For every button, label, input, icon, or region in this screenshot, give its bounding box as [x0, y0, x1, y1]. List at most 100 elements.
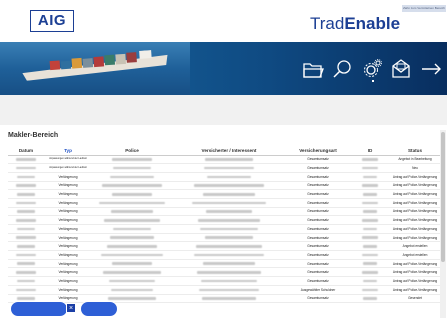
column-header-police[interactable]: Police [92, 146, 172, 156]
cell-versicherter [172, 181, 286, 191]
redacted-value [362, 201, 378, 205]
table-row[interactable]: Verlängerung Gesamtumsatz Antrag auf Polic… [8, 172, 440, 182]
cell-versicherter [172, 276, 286, 286]
cell-police [92, 189, 172, 199]
action-button-right[interactable] [80, 301, 118, 317]
column-header-versicherter[interactable]: Versicherter / Interessent [172, 146, 286, 156]
cell-datum [8, 241, 44, 252]
cell-versicherter [172, 285, 286, 295]
cell-versicherter [172, 189, 286, 199]
brand-part1: Trad [310, 14, 345, 33]
requests-table-container: Datum Typ Police Versicherter / Interess… [8, 146, 440, 318]
cell-status: Angebot erstellen [390, 250, 440, 260]
cell-typ: Verlängerung [44, 285, 92, 295]
redacted-value [197, 271, 261, 274]
close-icon[interactable]: × [66, 303, 76, 313]
redacted-value [112, 262, 152, 266]
redacted-value [207, 175, 251, 179]
cell-versicherungsart: Gesamtumsatz [286, 163, 350, 173]
redacted-value [363, 175, 377, 179]
cell-versicherungsart: Gesamtumsatz [286, 241, 350, 252]
redacted-value [104, 219, 160, 222]
cell-datum [8, 250, 44, 260]
cell-id [350, 181, 390, 191]
cell-police [92, 285, 172, 295]
cell-versicherter [172, 172, 286, 182]
cell-datum [8, 215, 44, 225]
cell-versicherungsart: Gesamtumsatz [286, 233, 350, 243]
cell-versicherungsart: Gesamtumsatz [286, 267, 350, 278]
cell-typ: Verlängerung [44, 224, 92, 234]
cell-status: Gesendet [390, 294, 440, 304]
redacted-value [362, 184, 378, 187]
column-header-status[interactable]: Status [390, 146, 440, 156]
requests-table: Datum Typ Police Versicherter / Interess… [8, 146, 440, 304]
tradenable-logo[interactable]: TradEnable [310, 14, 400, 34]
redacted-value [108, 297, 156, 300]
cell-police [92, 224, 172, 234]
redacted-value [111, 288, 153, 292]
redacted-value [206, 210, 252, 213]
header-top-link[interactable]: Zahn zum Vermittelnen Bereich [402, 5, 446, 12]
cell-versicherungsart: Gesamtumsatz [286, 207, 350, 217]
table-row[interactable]: Verlängerung Gesamtumsatz Angebot erstelle… [8, 250, 440, 260]
table-row[interactable]: Verlängerung Gesamtumsatz Antrag auf Polic… [8, 207, 440, 217]
table-row[interactable]: Verlängerung Ausgewählter Schuldner Antrag… [8, 285, 440, 295]
cell-typ: Verlängerung [44, 181, 92, 191]
cell-id [350, 189, 390, 199]
cell-datum [8, 198, 44, 208]
table-row[interactable]: Verlängerung Gesamtumsatz Antrag auf Polic… [8, 181, 440, 191]
column-header-datum[interactable]: Datum [8, 146, 44, 156]
cell-police [92, 163, 172, 173]
aig-logo[interactable]: AIG [30, 10, 74, 32]
cell-typ: Verlängerung [44, 189, 92, 199]
column-header-id[interactable]: ID [350, 146, 390, 156]
redacted-value [363, 245, 377, 248]
column-header-versicherungsart[interactable]: Versicherungsart [286, 146, 350, 156]
table-row[interactable]: Verlängerung Gesamtumsatz Antrag auf Polic… [8, 224, 440, 234]
table-row[interactable]: Verlängerung Gesamtumsatz Angebot erstelle… [8, 241, 440, 252]
table-row[interactable]: Verlängerung Gesamtumsatz Antrag auf Polic… [8, 215, 440, 225]
action-button-left[interactable] [10, 301, 68, 317]
table-row[interactable]: Anpassungen während der Laufzeit Gesamtum… [8, 155, 440, 165]
cell-police [92, 155, 172, 165]
cell-versicherungsart: Gesamtumsatz [286, 250, 350, 260]
cell-datum [8, 181, 44, 191]
redacted-value [363, 210, 377, 213]
table-row[interactable]: Verlängerung Gesamtumsatz Gesendet [8, 294, 440, 304]
vertical-scrollbar[interactable] [440, 130, 446, 318]
redacted-value [113, 166, 151, 170]
redacted-value [112, 158, 152, 161]
redacted-value [16, 288, 36, 292]
redacted-value [362, 219, 378, 222]
logout-icon[interactable] [418, 56, 444, 82]
table-row[interactable]: Verlängerung Gesamtumsatz Antrag auf Polic… [8, 267, 440, 278]
redacted-value [101, 253, 163, 257]
redacted-value [17, 245, 35, 248]
folder-icon[interactable] [300, 56, 326, 82]
search-icon[interactable] [330, 56, 356, 82]
table-row[interactable]: Verlängerung Gesamtumsatz Antrag auf Polic… [8, 259, 440, 269]
table-row[interactable]: Verlängerung Gesamtumsatz Antrag auf Polic… [8, 198, 440, 208]
cell-status: Antrag auf Police-Verlängerung [390, 198, 440, 208]
cell-typ: Anpassungen während der Laufzeit [44, 163, 92, 173]
table-row[interactable]: Verlängerung Gesamtumsatz Antrag auf Polic… [8, 189, 440, 199]
column-header-typ[interactable]: Typ [44, 146, 92, 156]
cell-police [92, 259, 172, 269]
redacted-value [199, 288, 259, 292]
cell-versicherter [172, 198, 286, 208]
settings-icon[interactable] [360, 56, 386, 82]
hero-banner [0, 42, 447, 95]
table-row[interactable]: Anpassungen während der Laufzeit Gesamtum… [8, 163, 440, 173]
redacted-value [99, 201, 165, 205]
cell-status: Antrag auf Police-Verlängerung [390, 215, 440, 225]
table-row[interactable]: Verlängerung Gesamtumsatz Antrag auf Polic… [8, 276, 440, 286]
cell-typ: Verlängerung [44, 241, 92, 252]
redacted-value [363, 227, 377, 231]
settings-caret-icon [372, 80, 374, 82]
scrollbar-thumb[interactable] [441, 132, 445, 262]
table-row[interactable]: Verlängerung Gesamtumsatz Antrag auf Polic… [8, 233, 440, 243]
cell-versicherter [172, 155, 286, 165]
mail-icon[interactable] [388, 56, 414, 82]
redacted-value [198, 219, 260, 222]
